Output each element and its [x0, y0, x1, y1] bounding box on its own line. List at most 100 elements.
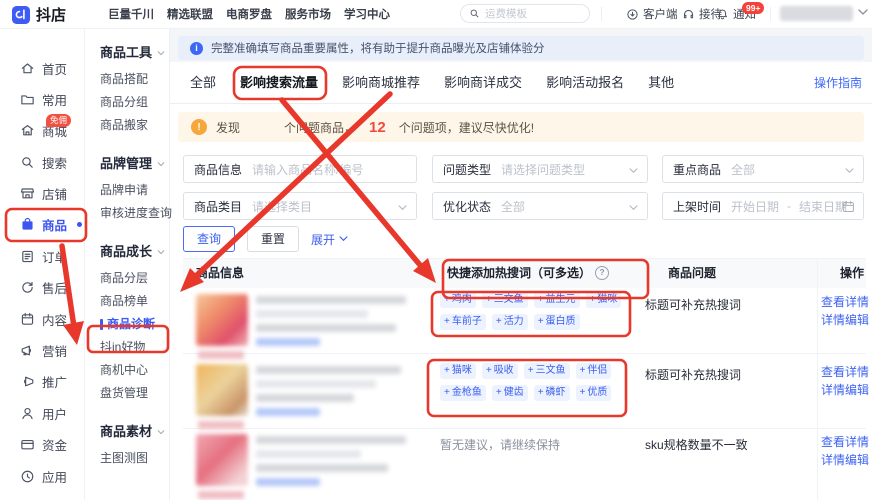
tab-other[interactable]: 其他	[648, 62, 674, 103]
tab-all[interactable]: 全部	[190, 62, 216, 103]
submenu-item[interactable]: 品牌申请	[100, 179, 169, 202]
submenu-item[interactable]: 商品分层	[100, 267, 169, 290]
home-icon	[20, 61, 35, 76]
sidebar-item-users[interactable]: 用户	[0, 403, 84, 423]
view-detail-link[interactable]: 查看详情	[821, 363, 869, 380]
logo[interactable]: 抖店	[12, 4, 66, 25]
alert-icon	[191, 119, 207, 135]
submenu-item[interactable]: 商机中心	[100, 359, 169, 382]
tab-search-traffic[interactable]: 影响搜索流量	[240, 62, 318, 103]
view-detail-link[interactable]: 查看详情	[821, 433, 869, 450]
problem-alert-bar: 发现 个问题商品， 12 个问题项，建议尽快优化!	[178, 112, 864, 142]
sidebar-item-marketing[interactable]: 营销	[0, 341, 84, 361]
view-detail-link[interactable]: 查看详情	[821, 293, 869, 310]
client-download-button[interactable]: 客户端	[626, 0, 678, 28]
hot-word-chip[interactable]: +蛋白质	[534, 314, 580, 330]
hot-word-chip[interactable]: +鸡肉	[440, 292, 476, 308]
chevron-down-icon[interactable]	[858, 9, 868, 16]
sidebar-item-funds[interactable]: 资金	[0, 435, 84, 455]
sidebar-item-common[interactable]: 常用	[0, 89, 84, 109]
hot-word-chip[interactable]: +猫咪	[440, 363, 476, 379]
hot-word-chip[interactable]: +三文鱼	[524, 363, 570, 379]
hot-word-chip[interactable]: +三文鱼	[482, 292, 528, 308]
menu-item-xuexi[interactable]: 学习中心	[344, 6, 390, 22]
price-blurred	[198, 491, 244, 499]
bell-icon	[716, 8, 729, 21]
submenu-item[interactable]: 审核进度查询	[100, 202, 169, 225]
submenu-item[interactable]: 盘货管理	[100, 382, 169, 405]
question-icon[interactable]	[595, 266, 609, 280]
problem-count: 12	[369, 119, 386, 136]
menu-item-fuwu[interactable]: 服务市场	[285, 6, 331, 22]
sidebar-item-content[interactable]: 内容	[0, 309, 84, 329]
price-blurred	[198, 421, 244, 429]
submenu-item[interactable]: 主图测图	[100, 447, 169, 470]
product-info-blurred	[196, 364, 411, 428]
menu-item-qianchuan[interactable]: 巨量千川	[108, 6, 154, 22]
top-navbar: 抖店 巨量千川 精选联盟 电商罗盘 服务市场 学习中心 运费模板 客户端 接待 …	[0, 0, 872, 29]
submenu-item[interactable]: 抖in好物	[100, 336, 169, 359]
sidebar-item-apps[interactable]: 应用	[0, 466, 84, 486]
sidebar-item-aftersale[interactable]: 售后	[0, 278, 84, 298]
top-menu: 巨量千川 精选联盟 电商罗盘 服务市场 学习中心	[108, 0, 390, 28]
primary-sidebar: 首页 常用 商城 免佣 搜索 店铺 商品 订单 售后	[0, 28, 85, 500]
hot-word-chip[interactable]: +磷虾	[534, 385, 570, 401]
problem-type-select[interactable]: 问题类型 请选择问题类型	[432, 155, 648, 183]
section-product-tools[interactable]: 商品工具	[100, 42, 169, 64]
section-brand-management[interactable]: 品牌管理	[100, 153, 169, 175]
submenu-item[interactable]: 商品榜单	[100, 290, 169, 313]
sidebar-item-mall[interactable]: 商城 免佣	[0, 121, 84, 141]
nav-divider	[770, 7, 771, 21]
sidebar-item-shop[interactable]: 店铺	[0, 184, 84, 204]
sidebar-item-orders[interactable]: 订单	[0, 246, 84, 266]
tab-activity-signup[interactable]: 影响活动报名	[546, 62, 624, 103]
notice-bar: 完整准确填写商品重要属性，将有助于提升商品曝光及店铺体验分	[178, 36, 864, 60]
key-product-select[interactable]: 重点商品 全部	[662, 155, 864, 183]
edit-detail-link[interactable]: 详情编辑	[821, 311, 869, 328]
expand-button[interactable]: 展开	[311, 226, 348, 252]
hot-word-chip[interactable]: +活力	[492, 314, 528, 330]
query-button[interactable]: 查询	[183, 226, 235, 252]
edit-detail-link[interactable]: 详情编辑	[821, 381, 869, 398]
hot-word-chip[interactable]: +伴侣	[576, 363, 612, 379]
sidebar-item-promotion[interactable]: 推广	[0, 372, 84, 392]
chevron-down-icon	[157, 162, 165, 167]
sidebar-item-search[interactable]: 搜索	[0, 152, 84, 172]
hot-word-chip[interactable]: +车前子	[440, 314, 486, 330]
sidebar-item-home[interactable]: 首页	[0, 58, 84, 78]
submenu-item[interactable]: 商品搭配	[100, 68, 169, 91]
hot-word-chip[interactable]: +优质	[576, 385, 612, 401]
free-commission-badge: 免佣	[46, 114, 71, 127]
hot-word-chip[interactable]: +猫咪	[586, 292, 622, 308]
optimize-status-select[interactable]: 优化状态 全部	[432, 192, 648, 220]
column-divider	[817, 258, 818, 500]
category-select[interactable]: 商品类目 请选择类目	[183, 192, 417, 220]
menu-item-luopan[interactable]: 电商罗盘	[226, 6, 272, 22]
no-suggestion-tip: 暂无建议，请继续保持	[440, 436, 560, 453]
submenu-item-product-diagnosis[interactable]: 商品诊断	[100, 313, 169, 336]
listing-date-range-picker[interactable]: 上架时间 开始日期 - 结束日期	[662, 192, 864, 220]
product-thumbnail	[196, 434, 248, 486]
operation-guide-link[interactable]: 操作指南	[814, 62, 862, 104]
submenu-item[interactable]: 商品分组	[100, 91, 169, 114]
edit-detail-link[interactable]: 详情编辑	[821, 451, 869, 468]
product-info-input[interactable]: 商品信息 请输入商品名称/编号	[183, 155, 417, 183]
hot-word-chip[interactable]: +吸收	[482, 363, 518, 379]
submenu-item[interactable]: 商品搬家	[100, 114, 169, 137]
tab-detail-conversion[interactable]: 影响商详成交	[444, 62, 522, 103]
hot-word-chip[interactable]: +益生元	[534, 292, 580, 308]
global-search-input[interactable]: 运费模板	[460, 4, 590, 23]
section-product-material[interactable]: 商品素材	[100, 421, 169, 443]
hot-word-chip[interactable]: +金枪鱼	[440, 385, 486, 401]
user-account-blurred[interactable]	[780, 6, 853, 21]
tab-mall-recommend[interactable]: 影响商城推荐	[342, 62, 420, 103]
menu-item-lianmeng[interactable]: 精选联盟	[167, 6, 213, 22]
notice-text: 完整准确填写商品重要属性，将有助于提升商品曝光及店铺体验分	[211, 40, 545, 56]
doudian-logo-icon	[12, 6, 30, 24]
chevron-down-icon	[629, 205, 638, 211]
hot-word-chip[interactable]: +健齿	[492, 385, 528, 401]
reset-button[interactable]: 重置	[247, 226, 299, 252]
section-product-growth[interactable]: 商品成长	[100, 241, 169, 263]
chevron-down-icon	[629, 168, 638, 174]
sidebar-item-product[interactable]: 商品	[0, 215, 84, 235]
